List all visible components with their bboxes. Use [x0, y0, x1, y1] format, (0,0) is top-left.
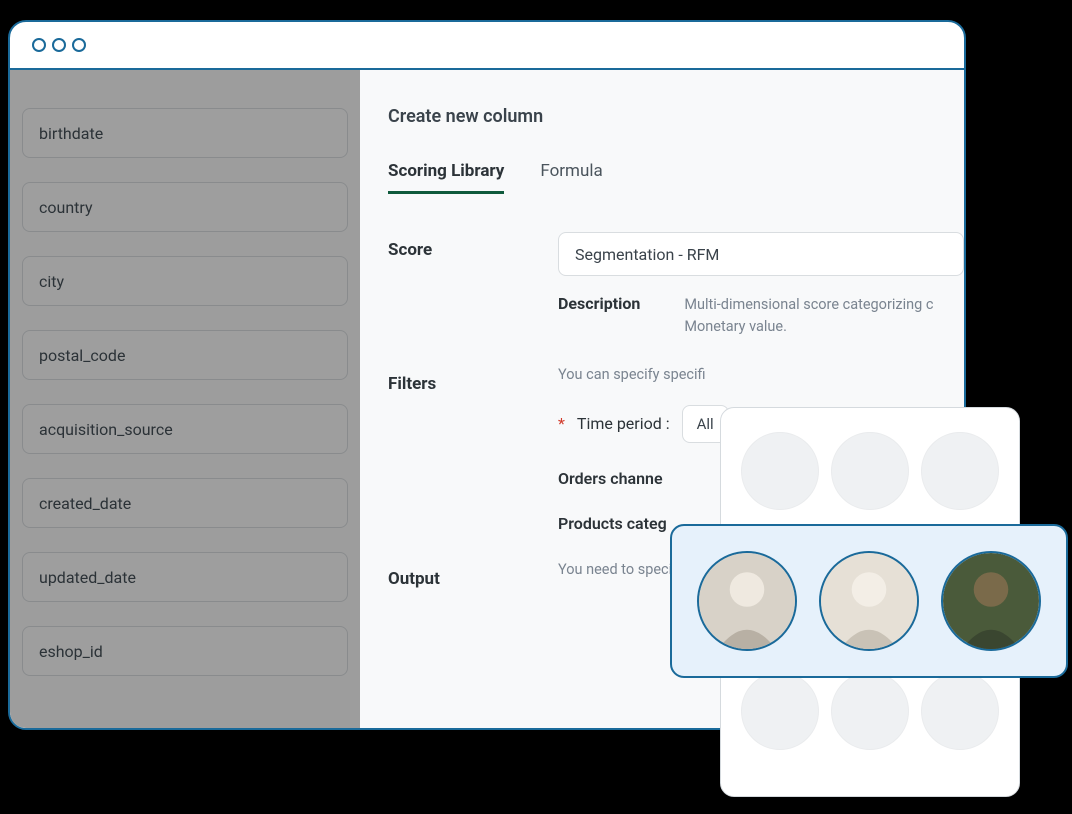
field-item[interactable]: eshop_id: [22, 626, 348, 676]
window-control-dot[interactable]: [32, 38, 46, 52]
avatar-row: [737, 672, 1003, 750]
avatar: [921, 672, 999, 750]
avatar-selected[interactable]: [697, 551, 797, 651]
selected-avatar-row[interactable]: [670, 524, 1068, 678]
window-control-dot[interactable]: [52, 38, 66, 52]
filters-help: You can specify specifi: [558, 366, 964, 383]
tabs: Scoring Library Formula: [388, 161, 964, 194]
sidebar-fields-list: birthdate country city postal_code acqui…: [10, 70, 360, 712]
output-label: Output: [388, 561, 558, 589]
field-item[interactable]: city: [22, 256, 348, 306]
description-text: Multi-dimensional score categorizing c M…: [684, 294, 933, 338]
field-item[interactable]: updated_date: [22, 552, 348, 602]
field-item[interactable]: created_date: [22, 478, 348, 528]
avatar: [741, 672, 819, 750]
tab-formula[interactable]: Formula: [540, 161, 602, 194]
score-row: Score Segmentation - RFM Description Mul…: [388, 232, 964, 338]
window-control-dot[interactable]: [72, 38, 86, 52]
avatar: [831, 672, 909, 750]
score-label: Score: [388, 232, 558, 260]
field-item[interactable]: acquisition_source: [22, 404, 348, 454]
panel-title: Create new column: [388, 106, 964, 127]
field-item[interactable]: postal_code: [22, 330, 348, 380]
avatar-selected[interactable]: [941, 551, 1041, 651]
filters-label: Filters: [388, 366, 558, 394]
avatar-row: [737, 432, 1003, 510]
tab-scoring-library[interactable]: Scoring Library: [388, 161, 504, 194]
avatar: [831, 432, 909, 510]
required-icon: *: [558, 414, 565, 433]
field-item[interactable]: country: [22, 182, 348, 232]
avatar: [921, 432, 999, 510]
avatar-selected[interactable]: [819, 551, 919, 651]
score-select[interactable]: Segmentation - RFM: [558, 232, 964, 276]
window-titlebar: [10, 22, 964, 70]
description-label: Description: [558, 294, 640, 313]
avatar: [741, 432, 819, 510]
sidebar: birthdate country city postal_code acqui…: [10, 70, 360, 728]
field-item[interactable]: birthdate: [22, 108, 348, 158]
time-period-label: Time period :: [577, 414, 670, 433]
